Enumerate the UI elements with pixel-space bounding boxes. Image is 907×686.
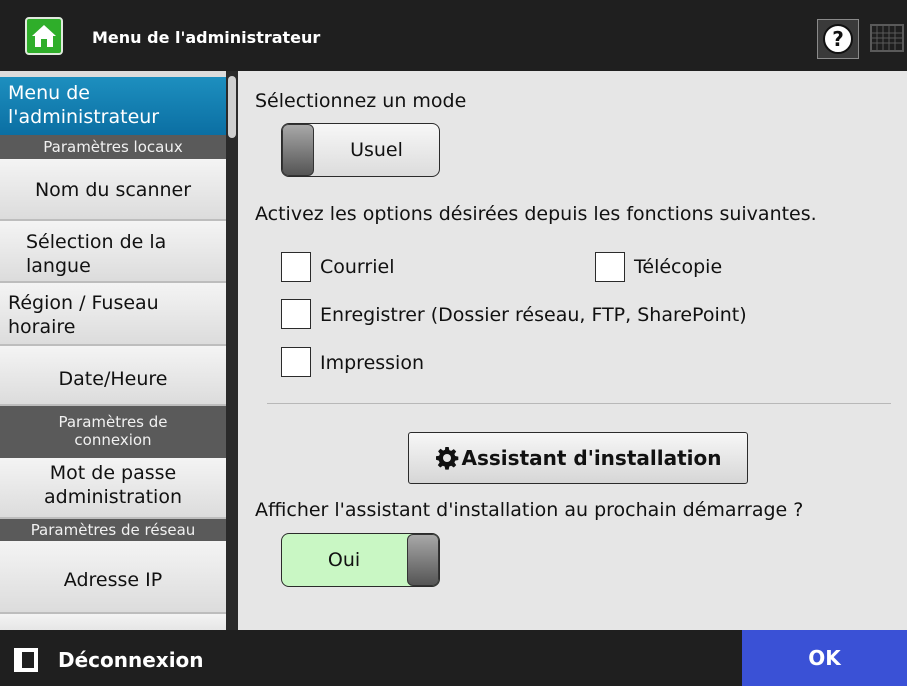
sidebar-item-ip-address[interactable]: Adresse IP — [0, 541, 226, 614]
telecopie-label: Télécopie — [634, 256, 723, 278]
section-divider — [267, 403, 891, 404]
setup-wizard-label: Assistant d'installation — [461, 446, 722, 470]
sidebar-item-scanner-name[interactable]: Nom du scanner — [0, 159, 226, 221]
sidebar-header-connection-settings: Paramètres de connexion — [0, 406, 226, 458]
sidebar-item-label: Sélection de la langue — [26, 231, 167, 277]
options-label: Activez les options désirées depuis les … — [255, 203, 817, 225]
sidebar-header-network-settings: Paramètres de réseau — [0, 519, 226, 541]
toggle-knob — [407, 534, 439, 586]
logout-icon — [14, 648, 38, 672]
courriel-label: Courriel — [320, 256, 395, 278]
gear-icon — [435, 447, 458, 470]
sidebar-scrollbar-thumb[interactable] — [228, 76, 236, 138]
sidebar-item-admin-password[interactable]: Mot de passe administration — [0, 458, 226, 519]
enregistrer-checkbox[interactable] — [281, 299, 311, 329]
setup-wizard-button[interactable]: Assistant d'installation — [408, 432, 748, 484]
sidebar-item-language[interactable]: Sélection de la langue — [0, 221, 226, 283]
mode-label: Sélectionnez un mode — [255, 90, 467, 112]
sidebar: Menu de l'administrateur Paramètres loca… — [0, 71, 226, 630]
telecopie-checkbox[interactable] — [595, 252, 625, 282]
logout-button[interactable]: Déconnexion — [0, 630, 226, 686]
home-button[interactable] — [25, 17, 63, 55]
toggle-knob — [282, 124, 314, 176]
footer-bar: Déconnexion OK — [0, 630, 907, 686]
ok-button[interactable]: OK — [742, 630, 907, 686]
home-icon — [32, 25, 56, 47]
keyboard-icon[interactable] — [870, 24, 904, 52]
mode-toggle[interactable]: Usuel — [281, 123, 440, 177]
courriel-checkbox[interactable] — [281, 252, 311, 282]
sidebar-header-local-settings: Paramètres locaux — [0, 135, 226, 159]
wizard-startup-toggle[interactable]: Oui — [281, 533, 440, 587]
enregistrer-label: Enregistrer (Dossier réseau, FTP, ShareP… — [320, 304, 747, 326]
impression-label: Impression — [320, 352, 424, 374]
wizard-toggle-value: Oui — [327, 549, 361, 571]
logout-label: Déconnexion — [58, 648, 204, 672]
app-title: Menu de l'administrateur — [92, 28, 321, 47]
title-bar: Menu de l'administrateur ? — [0, 0, 907, 71]
sidebar-item-partial[interactable] — [0, 614, 226, 630]
wizard-prompt: Afficher l'assistant d'installation au p… — [255, 499, 804, 521]
sidebar-scrollbar[interactable] — [226, 71, 238, 630]
sidebar-item-admin-menu[interactable]: Menu de l'administrateur — [0, 77, 226, 135]
help-button[interactable]: ? — [817, 19, 859, 59]
sidebar-item-date-time[interactable]: Date/Heure — [0, 346, 226, 406]
svg-text:?: ? — [832, 27, 844, 51]
mode-value: Usuel — [350, 139, 403, 161]
sidebar-item-region-timezone[interactable]: Région / Fuseau horaire — [0, 283, 226, 346]
impression-checkbox[interactable] — [281, 347, 311, 377]
help-icon: ? — [823, 24, 853, 54]
